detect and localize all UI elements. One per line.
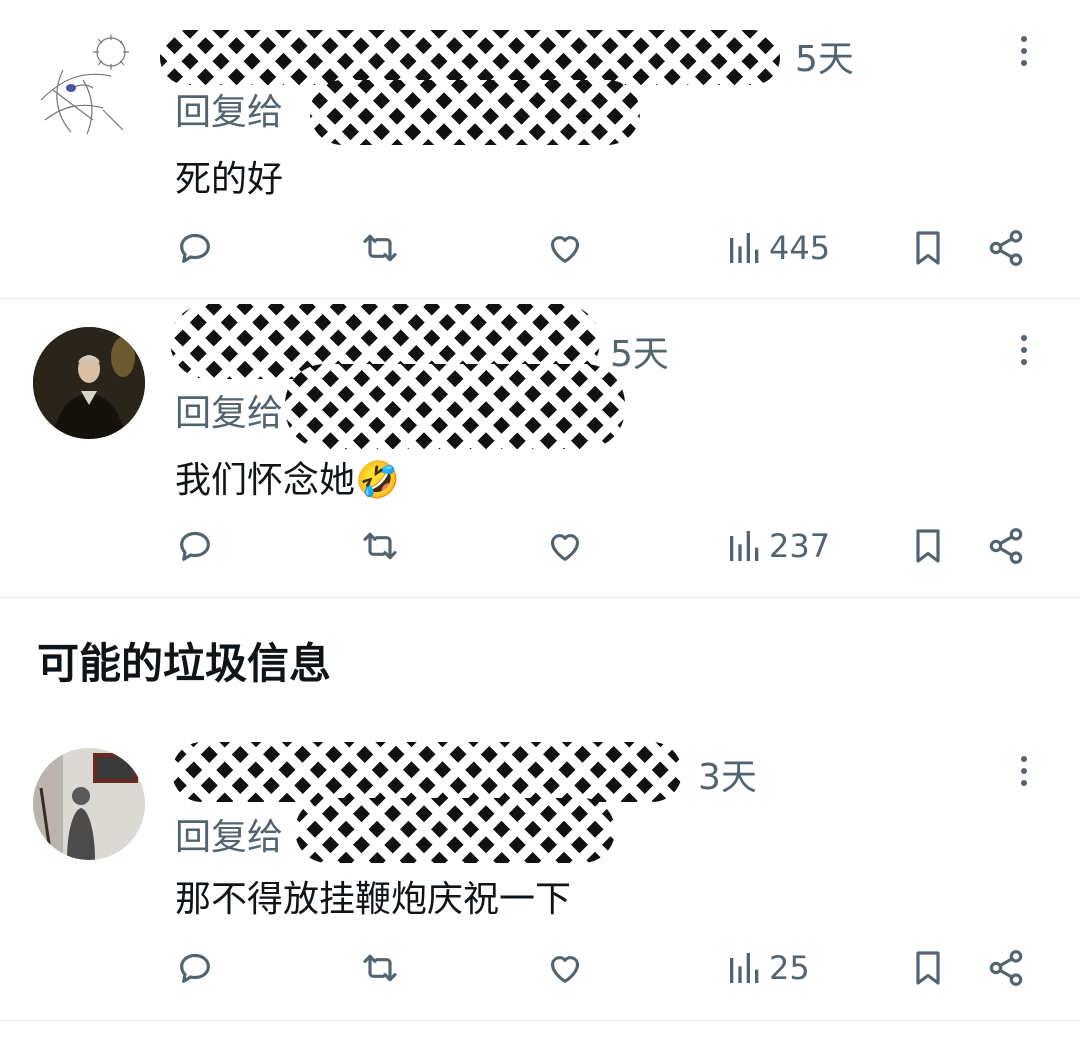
redacted-username <box>172 742 682 802</box>
portrait-avatar-image <box>33 327 145 439</box>
share-button[interactable] <box>986 521 1026 571</box>
reply-icon <box>175 948 215 988</box>
share-button[interactable] <box>986 223 1026 273</box>
reply-button[interactable] <box>175 943 215 993</box>
avatar[interactable] <box>33 327 145 439</box>
divider <box>0 1020 1080 1021</box>
views-button[interactable]: 237 <box>725 521 830 571</box>
views-button[interactable]: 25 <box>725 943 810 993</box>
tweet-3[interactable]: 3天 回复给 那不得放挂鞭炮庆祝一下 25 <box>0 720 1080 1018</box>
reply-button[interactable] <box>175 223 215 273</box>
avatar[interactable] <box>33 30 145 142</box>
reply-icon <box>175 228 215 268</box>
tweet-time[interactable]: 5天 <box>610 325 669 377</box>
retweet-icon <box>360 948 400 988</box>
share-icon <box>986 526 1026 566</box>
tweet-time[interactable]: 5天 <box>795 30 854 82</box>
bookmark-button[interactable] <box>908 943 948 993</box>
tweet-text: 死的好 <box>175 159 284 200</box>
retweet-button[interactable] <box>360 521 400 571</box>
share-icon <box>986 228 1026 268</box>
bookmark-button[interactable] <box>908 521 948 571</box>
redacted-reply-target <box>295 798 615 863</box>
retweet-button[interactable] <box>360 943 400 993</box>
more-icon[interactable] <box>1014 30 1034 72</box>
views-count: 25 <box>769 949 810 987</box>
tweet-1[interactable]: 5天 回复给 死的好 445 <box>0 0 1080 298</box>
redacted-reply-target <box>310 80 640 145</box>
reply-to-label: 回复给 <box>175 92 284 133</box>
avatar[interactable] <box>33 748 145 860</box>
share-icon <box>986 948 1026 988</box>
reply-button[interactable] <box>175 521 215 571</box>
redacted-reply-target <box>285 364 625 449</box>
retweet-icon <box>360 228 400 268</box>
views-button[interactable]: 445 <box>725 223 830 273</box>
photo-avatar-image <box>33 748 145 860</box>
reply-to-label: 回复给 <box>175 393 284 434</box>
more-icon[interactable] <box>1014 329 1034 371</box>
tweet-text: 我们怀念她🤣 <box>175 460 400 501</box>
views-icon <box>725 526 765 566</box>
sketch-avatar-image <box>40 34 129 135</box>
like-icon <box>545 526 585 566</box>
bookmark-icon <box>908 526 948 566</box>
share-button[interactable] <box>986 943 1026 993</box>
views-count: 445 <box>769 229 831 267</box>
retweet-icon <box>360 526 400 566</box>
views-count: 237 <box>769 527 831 565</box>
tweet-text: 那不得放挂鞭炮庆祝一下 <box>175 879 572 920</box>
redacted-username <box>160 30 780 85</box>
like-icon <box>545 948 585 988</box>
tweet-actions: 25 <box>0 943 1080 993</box>
bookmark-icon <box>908 948 948 988</box>
tweet-2[interactable]: 5天 回复给 我们怀念她🤣 237 <box>0 299 1080 597</box>
like-button[interactable] <box>545 943 585 993</box>
divider <box>0 597 1080 598</box>
like-icon <box>545 228 585 268</box>
bookmark-button[interactable] <box>908 223 948 273</box>
tweet-time[interactable]: 3天 <box>698 748 757 800</box>
tweet-actions: 237 <box>0 521 1080 571</box>
like-button[interactable] <box>545 521 585 571</box>
reply-to-label: 回复给 <box>175 817 284 858</box>
more-icon[interactable] <box>1014 750 1034 792</box>
reply-icon <box>175 526 215 566</box>
bookmark-icon <box>908 228 948 268</box>
section-heading: 可能的垃圾信息 <box>37 639 332 688</box>
views-icon <box>725 948 765 988</box>
retweet-button[interactable] <box>360 223 400 273</box>
views-icon <box>725 228 765 268</box>
like-button[interactable] <box>545 223 585 273</box>
tweet-actions: 445 <box>0 223 1080 273</box>
